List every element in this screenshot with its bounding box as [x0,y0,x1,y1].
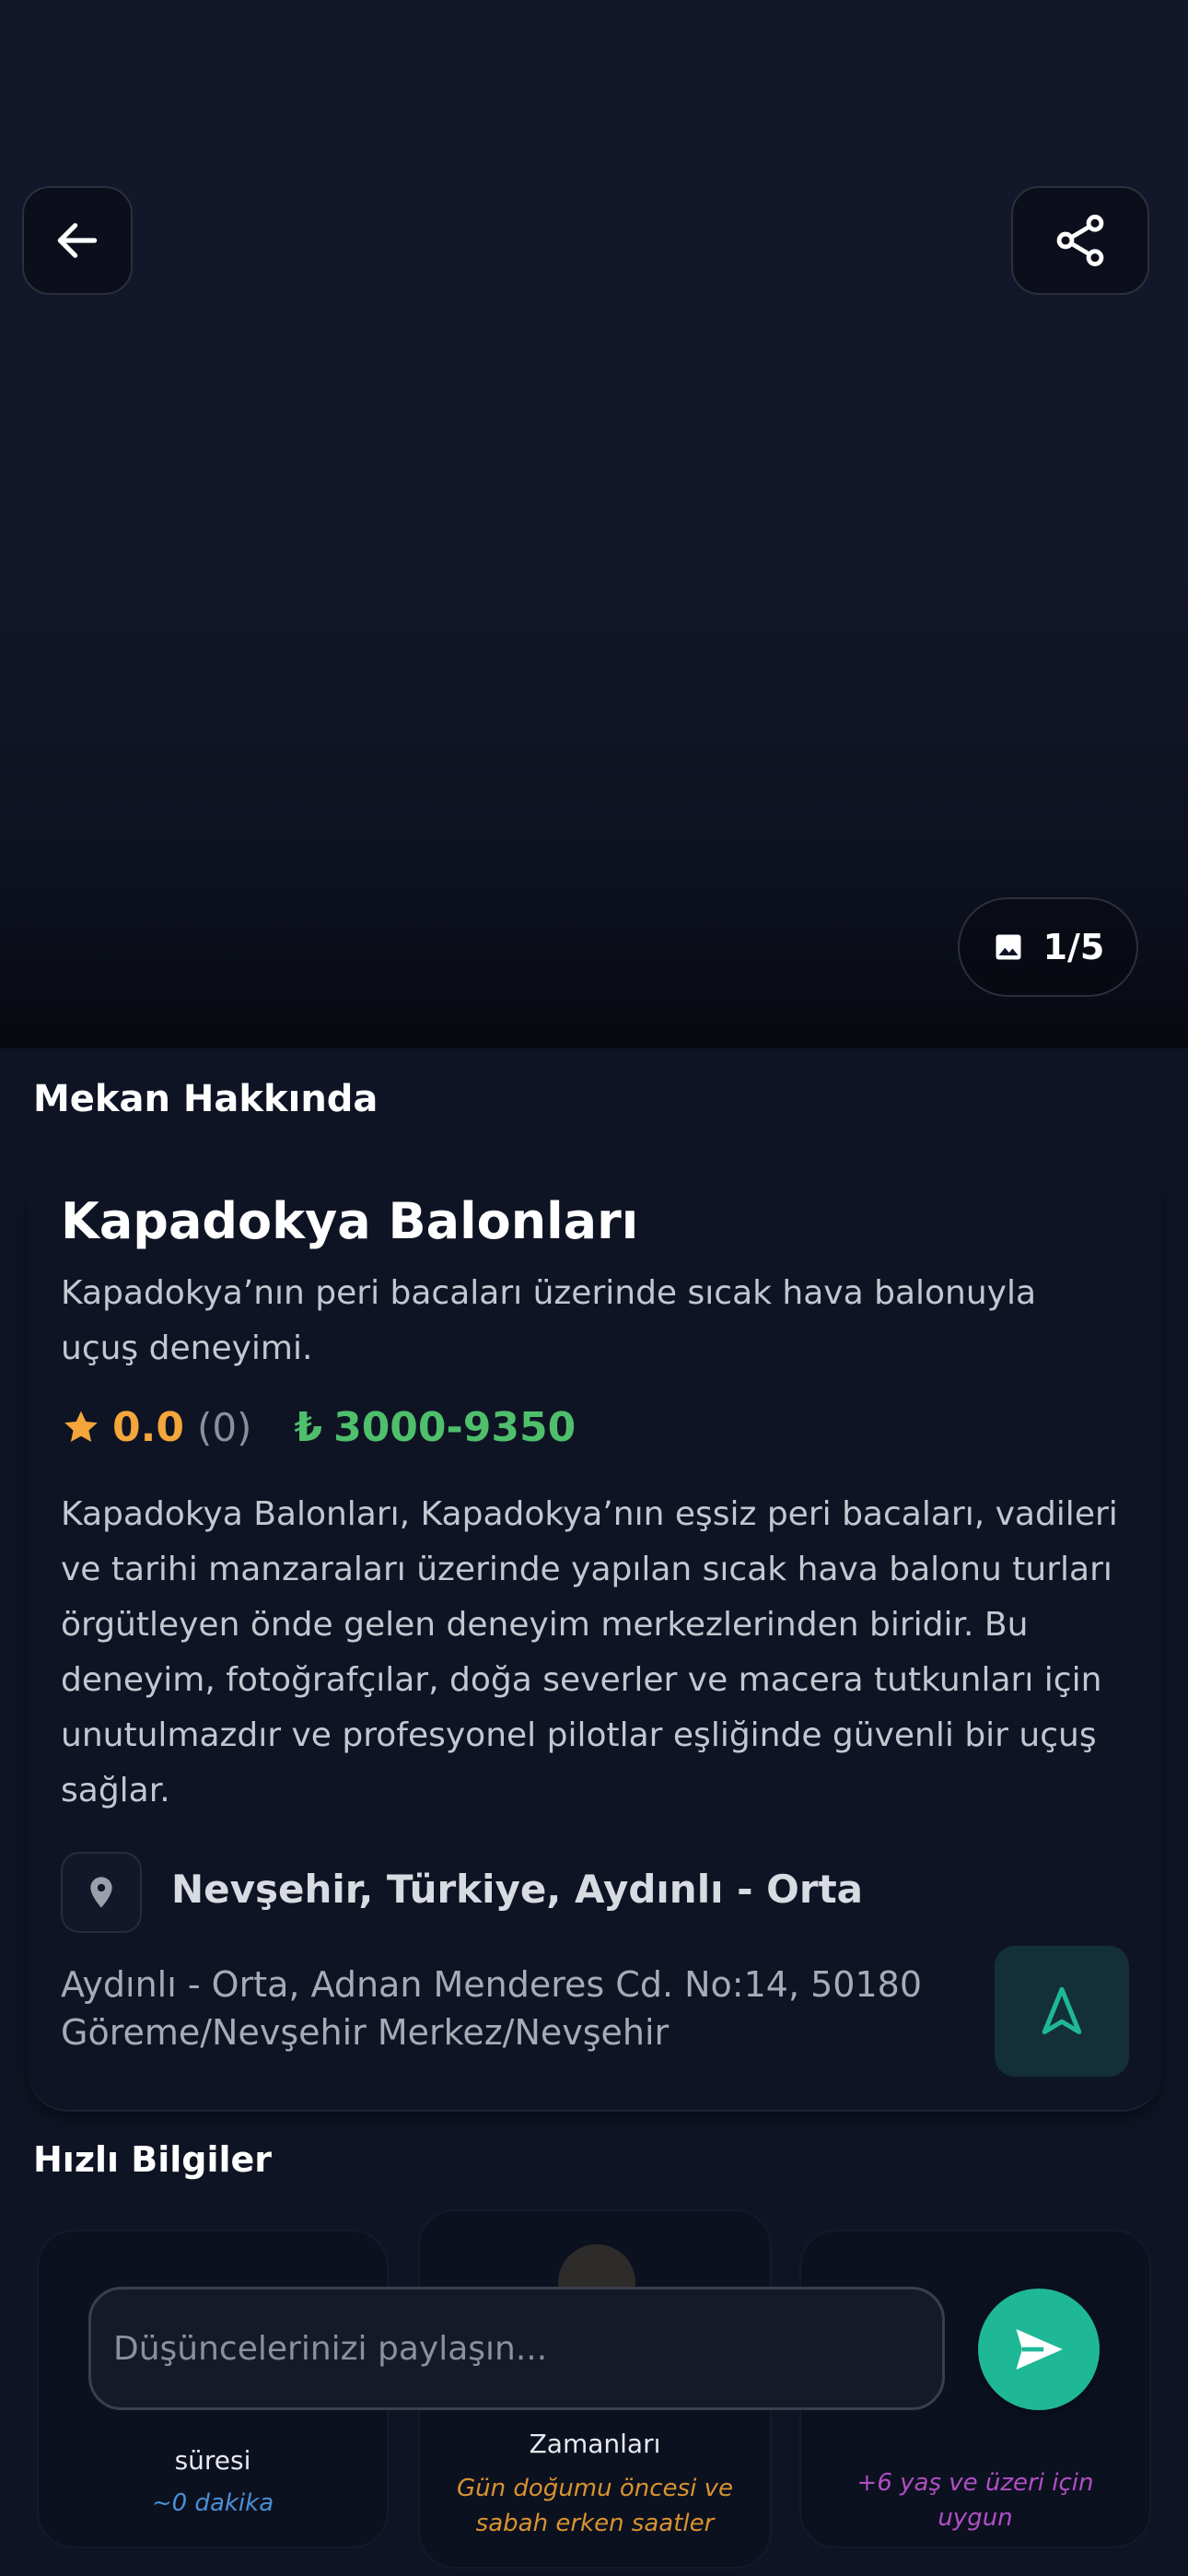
share-button[interactable] [1011,186,1149,295]
navigate-button[interactable] [995,1946,1129,2077]
comment-composer [88,2287,945,2410]
arrow-left-icon [57,223,98,258]
rating-price-row: 0.0 (0) ₺ 3000-9350 [61,1395,576,1459]
lira-icon: ₺ [294,1403,323,1451]
quick-info-value: Gün doğumu öncesi ve sabah erken saatler [457,2475,733,2537]
location-title: Nevşehir, Türkiye, Aydınlı - Orta [171,1867,863,1912]
place-info-card: Kapadokya Balonları Kapadokya’nın peri b… [28,1163,1162,2112]
image-counter-badge[interactable]: 1/5 [958,897,1138,997]
about-section-title: Mekan Hakkında [33,1078,379,1120]
send-button[interactable] [978,2289,1100,2410]
rating-value: 0.0 [112,1403,184,1451]
place-description: Kapadokya Balonları, Kapadokya’nın eşsiz… [61,1495,1118,1809]
address-text: Aydınlı - Orta, Adnan Menderes Cd. No:14… [61,1964,922,2053]
hero-image-gallery[interactable]: 1/5 [0,0,1188,1048]
location-pin-icon [90,1877,112,1908]
quick-info-value: +6 yaş ve üzeri için uygun [856,2469,1094,2532]
comment-input[interactable] [111,2328,942,2369]
quick-info-section-title: Hızlı Bilgiler [33,2139,273,2180]
price-range-value: 3000-9350 [333,1403,577,1451]
rating-count: (0) [196,1404,252,1450]
share-icon [1056,215,1104,266]
quick-info-label: Zamanları [529,2429,661,2459]
location-pin-icon-box [61,1852,142,1933]
image-counter-text: 1/5 [1042,927,1105,967]
star-icon [64,1411,98,1442]
place-short-description: Kapadokya’nın peri bacaları üzerinde sıc… [61,1274,1037,1367]
price-range: ₺ 3000-9350 [294,1404,576,1451]
image-icon [996,934,1021,960]
back-button[interactable] [22,186,133,295]
place-name: Kapadokya Balonları [61,1192,639,1250]
quick-info-value: ~0 dakika [151,2489,274,2517]
quick-info-label: süresi [174,2445,251,2476]
navigation-arrow-icon [1042,1986,1082,2034]
send-icon [1016,2329,1063,2370]
